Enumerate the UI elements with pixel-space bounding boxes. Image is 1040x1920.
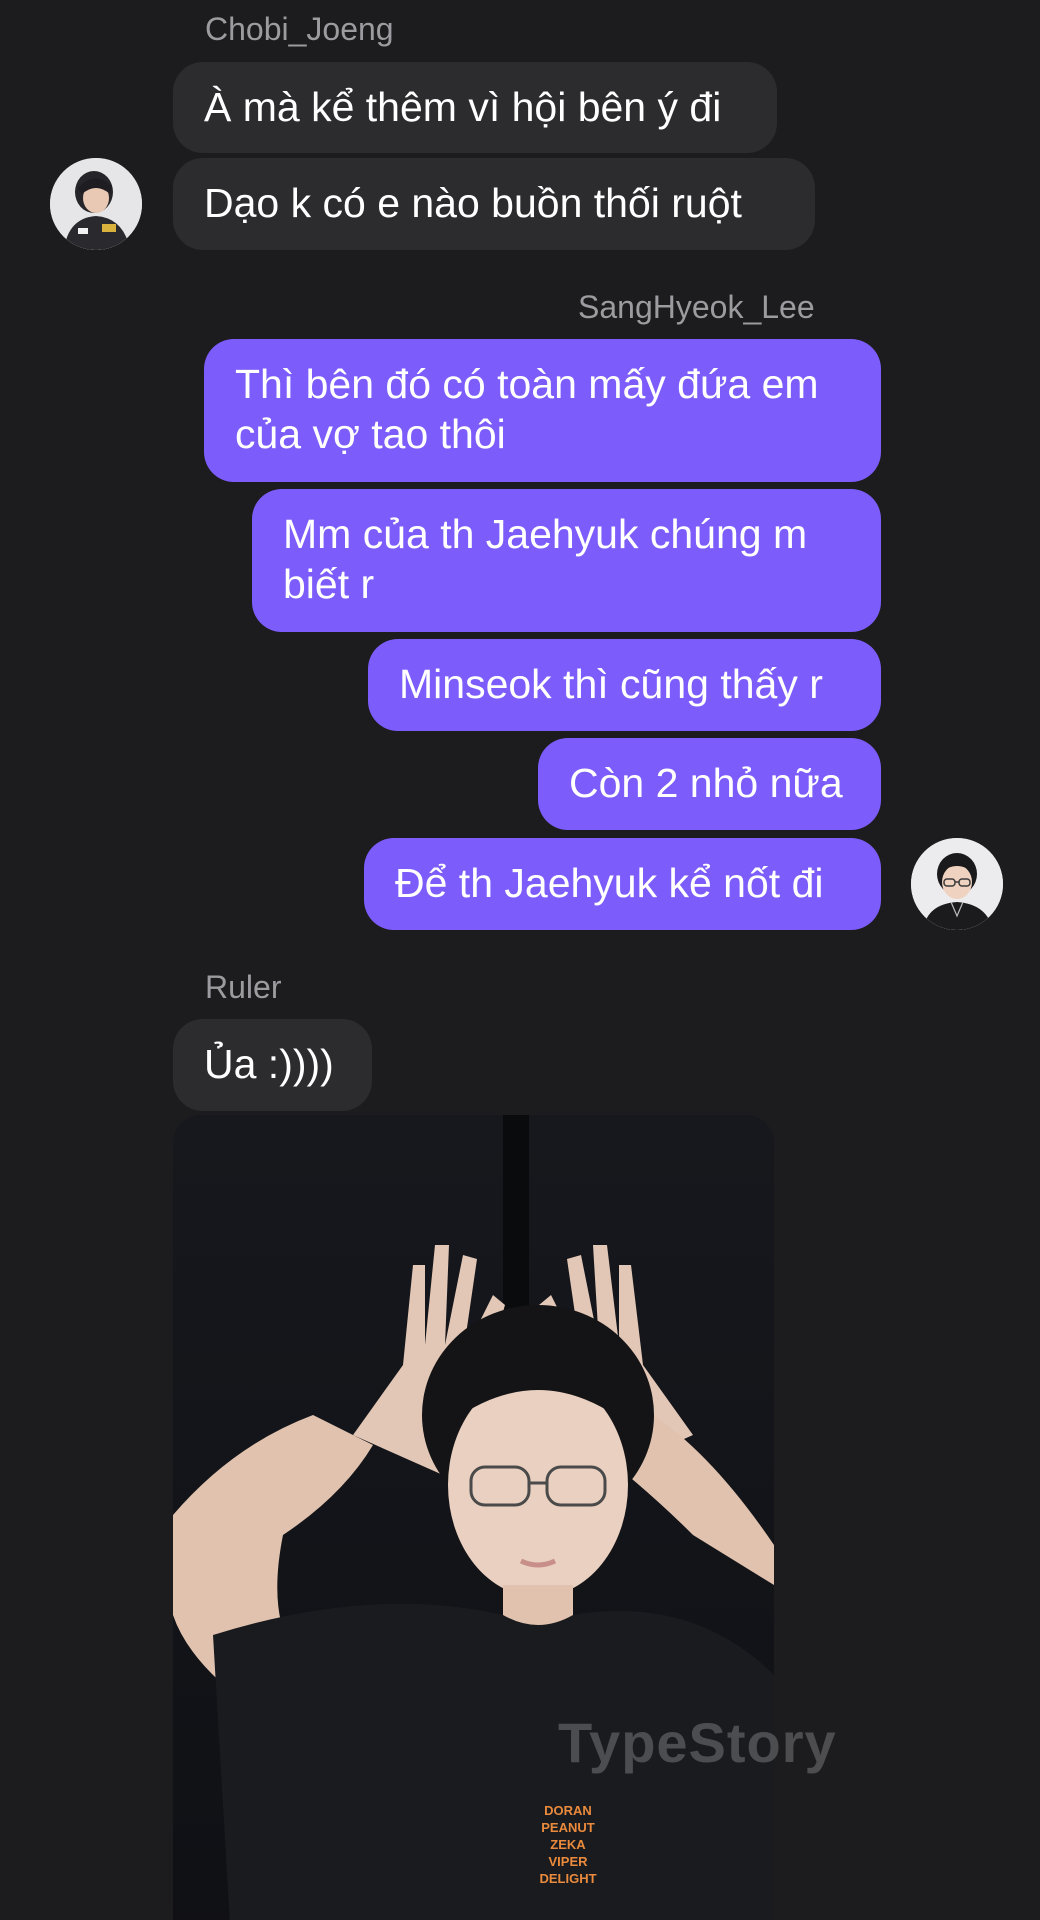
message-bubble-incoming[interactable]: Dạo k có e nào buồn thối ruột <box>173 158 815 250</box>
sender-name: Chobi_Joeng <box>205 11 394 47</box>
watermark: TypeStory <box>558 1711 837 1774</box>
chat-screen: Chobi_Joeng À mà kể thêm vì hội bên ý đi… <box>0 0 1040 1920</box>
message-bubble-outgoing[interactable]: Mm của th Jaehyuk chúng m biết r <box>252 489 881 632</box>
message-bubble-outgoing[interactable]: Minseok thì cũng thấy r <box>368 639 881 731</box>
message-photo[interactable]: DORAN PEANUT ZEKA VIPER DELIGHT <box>173 1115 774 1920</box>
message-bubble-outgoing[interactable]: Để th Jaehyuk kể nốt đi <box>364 838 881 930</box>
avatar-image <box>911 838 1003 930</box>
message-bubble-outgoing[interactable]: Thì bên đó có toàn mấy đứa em của vợ tao… <box>204 339 881 482</box>
message-text: Thì bên đó có toàn mấy đứa em của vợ tao… <box>235 361 819 457</box>
shirt-print-line: ZEKA <box>550 1837 586 1852</box>
avatar-sanghyeok-lee[interactable] <box>911 838 1003 930</box>
message-bubble-outgoing[interactable]: Còn 2 nhỏ nữa <box>538 738 881 830</box>
avatar-chobi-joeng[interactable] <box>50 158 142 250</box>
shirt-print-line: DORAN <box>544 1803 592 1818</box>
avatar-image <box>50 158 142 250</box>
message-text: Ủa :)))) <box>204 1041 334 1087</box>
message-bubble-incoming[interactable]: À mà kể thêm vì hội bên ý đi <box>173 62 777 153</box>
message-bubble-incoming[interactable]: Ủa :)))) <box>173 1019 372 1111</box>
message-text: À mà kể thêm vì hội bên ý đi <box>204 84 722 130</box>
shirt-print-line: VIPER <box>548 1854 588 1869</box>
message-text: Mm của th Jaehyuk chúng m biết r <box>283 511 808 607</box>
photo-image: DORAN PEANUT ZEKA VIPER DELIGHT <box>173 1115 774 1920</box>
sender-name: Ruler <box>205 969 282 1005</box>
message-text: Còn 2 nhỏ nữa <box>569 760 843 806</box>
message-text: Minseok thì cũng thấy r <box>399 661 823 707</box>
message-text: Dạo k có e nào buồn thối ruột <box>204 180 742 226</box>
message-text: Để th Jaehyuk kể nốt đi <box>395 860 824 906</box>
shirt-print-line: DELIGHT <box>539 1871 596 1886</box>
shirt-print-line: PEANUT <box>541 1820 595 1835</box>
sender-name: SangHyeok_Lee <box>578 289 815 325</box>
